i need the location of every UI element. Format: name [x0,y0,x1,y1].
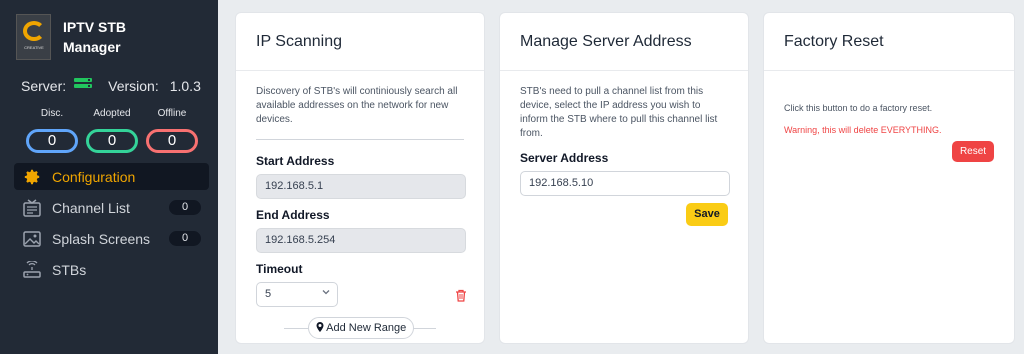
card-title: IP Scanning [236,13,484,71]
save-button[interactable]: Save [686,203,728,226]
server-address-label: Server Address [520,151,609,165]
timeout-select[interactable]: 5 [256,282,338,307]
count-offline-value[interactable]: 0 [146,129,198,153]
sidebar-nav: Configuration Channel List 0 Splash Scre… [14,163,209,287]
server-address-card: Manage Server Address STB's need to pull… [499,12,749,344]
image-icon [22,230,42,248]
sidebar-item-label: Splash Screens [52,230,151,247]
card-description: Discovery of STB's will continiously sea… [256,85,464,140]
reset-button[interactable]: Reset [952,141,994,162]
server-status: Server: Version: 1.0.3 [21,78,201,94]
add-new-range-button[interactable]: Add New Range [308,317,414,339]
sidebar-item-stbs[interactable]: STBs [14,256,209,283]
server-icon [74,78,93,94]
start-address-label: Start Address [256,154,335,168]
sidebar-item-label: Channel List [52,199,130,216]
app-title-line1: IPTV STB [63,19,127,35]
splash-count-badge: 0 [169,231,201,246]
app-title-line2: Manager [63,39,121,55]
map-pin-icon [316,322,326,334]
start-address-field[interactable]: 192.168.5.1 [256,174,466,199]
end-address-field[interactable]: 192.168.5.254 [256,228,466,253]
ip-scanning-card: IP Scanning Discovery of STB's will cont… [235,12,485,344]
version-label: Version: [108,78,159,94]
count-discovered-value[interactable]: 0 [26,129,78,153]
card-description: Click this button to do a factory reset. [784,103,933,113]
trash-icon[interactable] [455,289,467,307]
sidebar-item-splash-screens[interactable]: Splash Screens 0 [14,225,209,252]
count-adopted: Adopted 0 [86,108,138,153]
server-address-select[interactable]: 192.168.5.10 [520,171,730,196]
sidebar-item-configuration[interactable]: Configuration [14,163,209,190]
card-description: STB's need to pull a channel list from t… [520,86,718,139]
count-offline: Offline 0 [146,108,198,153]
factory-reset-card: Factory Reset Click this button to do a … [763,12,1015,344]
channel-count-badge: 0 [169,200,201,215]
sidebar-item-label: Configuration [52,168,136,185]
count-adopted-value[interactable]: 0 [86,129,138,153]
warning-text: Warning, this will delete EVERYTHING. [784,125,942,135]
app-logo: CREATIVE [16,14,51,60]
timeout-value: 5 [265,288,272,300]
server-label: Server: [21,78,67,94]
end-address-label: End Address [256,208,330,222]
card-title: Manage Server Address [500,13,748,71]
timeout-label: Timeout [256,262,303,276]
sidebar: CREATIVE IPTV STB Manager Server: Versio… [0,0,218,354]
version-value: 1.0.3 [169,78,201,94]
count-discovered: Disc. 0 [26,108,78,153]
chevron-down-icon [321,287,331,300]
tv-icon [22,198,42,217]
card-title: Factory Reset [764,13,1014,71]
app-title: IPTV STB Manager [63,17,173,57]
gear-icon [22,168,42,186]
sidebar-item-label: STBs [52,261,87,278]
router-icon [22,259,42,279]
sidebar-item-channel-list[interactable]: Channel List 0 [14,194,209,221]
